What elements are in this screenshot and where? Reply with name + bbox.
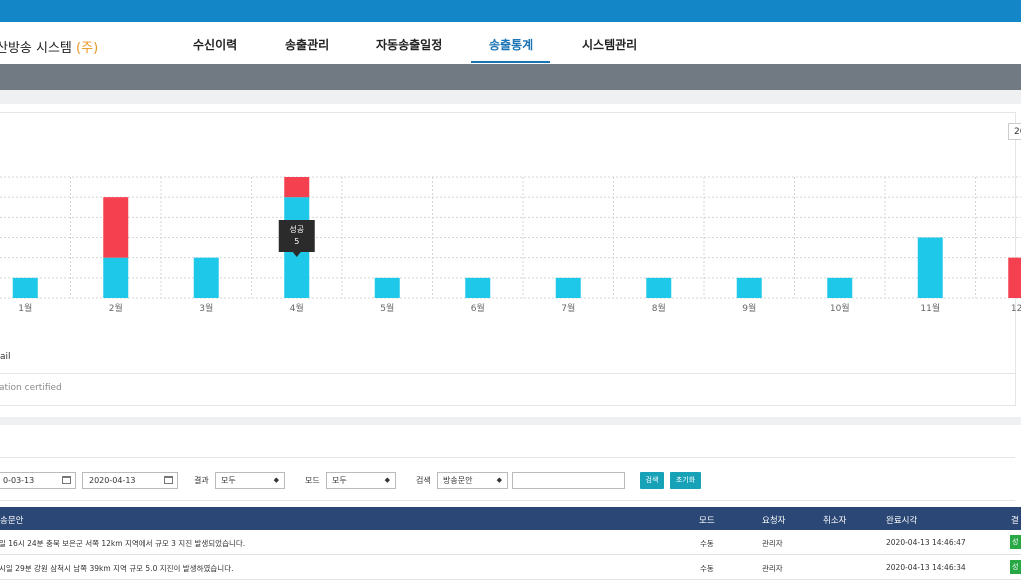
bar-success [12,277,38,298]
sort-arrows-icon: ◆ [496,476,502,484]
tab-receive-history[interactable]: 수신이력 [193,36,237,53]
brand-corp-mark: (주) [76,41,99,56]
spacer-band-2 [0,417,1021,425]
legend-fragment: ail [0,352,11,362]
month-tick-label: 8월 [652,302,666,314]
certification-text: ation certified [0,383,62,393]
month-tick-label: 11월 [920,302,940,314]
bar-success [465,277,491,298]
mode-label: 모드 [305,476,320,485]
bar-fail [284,177,310,198]
row-text: 일 16시 24분 충북 보은군 서쪽 12km 지역에서 규모 3 지진 발생… [0,539,246,548]
tab-transmit-management[interactable]: 송출관리 [285,36,329,53]
search-button[interactable]: 검색 [640,472,664,489]
table-row[interactable]: 시일 29분 강원 삼척시 남쪽 39km 지역 규모 5.0 지진이 발생하였… [0,555,1021,580]
tooltip-label: 성공 [289,225,304,234]
col-result[interactable]: 결 [1011,514,1019,526]
row-time: 2020-04-13 14:46:47 [886,538,966,547]
bar-success [646,277,672,298]
search-keyword-input[interactable] [512,472,625,489]
bar-success [193,257,219,298]
tooltip-value: 5 [294,237,299,246]
bar-success [374,277,400,298]
active-tab-indicator [471,61,550,63]
bar-success [917,237,943,298]
bar-fail [1008,257,1021,298]
sub-header-bar [0,64,1021,90]
month-tick-label: 1월 [18,302,32,314]
monthly-transmit-chart: 1월 2월 3월 4월 5월 6월 7월 8월 9월 10월 11월 12월 성공 5 [0,176,1021,314]
sort-arrows-icon: ◆ [384,476,390,484]
tab-auto-schedule[interactable]: 자동송출일정 [376,36,442,53]
row-time: 2020-04-13 14:46:34 [886,563,966,572]
calendar-icon[interactable] [62,476,71,484]
start-date-value: 0-03-13 [3,476,35,485]
col-requester[interactable]: 요청자 [762,514,785,526]
col-completed-time[interactable]: 완료시각 [886,514,917,526]
app-header: 산방송 시스템 (주) 수신이력 송출관리 자동송출일정 송출통계 시스템관리 [0,22,1021,64]
brand-main-text: 산방송 시스템 [0,41,72,56]
row-mode: 수동 [700,564,714,573]
col-canceller[interactable]: 취소자 [823,514,846,526]
app-title: 산방송 시스템 (주) [0,37,98,56]
month-tick-label: 12월 [1011,302,1021,314]
end-date-value: 2020-04-13 [89,476,136,485]
bar-success [103,257,129,298]
result-label: 결과 [194,476,209,485]
mode-select-value: 모두 [332,476,347,485]
table-row[interactable]: 일 16시 24분 충북 보은군 서쪽 12km 지역에서 규모 3 지진 발생… [0,530,1021,555]
month-tick-label: 4월 [290,302,304,314]
end-date-field[interactable]: 2020-04-13 [82,472,178,489]
month-tick-label: 10월 [830,302,850,314]
search-filter-bar: 0-03-13 2020-04-13 결과 모두 ◆ 모드 모두 ◆ 검색 방송… [0,457,1015,501]
month-tick-label: 2월 [109,302,123,314]
row-mode: 수동 [700,539,714,548]
col-broadcast-text[interactable]: 송문안 [0,514,23,526]
search-field-select[interactable]: 방송문안 ◆ [437,472,508,489]
month-tick-label: 7월 [561,302,575,314]
status-badge: 성 [1010,535,1021,549]
month-tick-label: 9월 [742,302,756,314]
bar-success [555,277,581,298]
result-select[interactable]: 모두 ◆ [215,472,285,489]
month-tick-label: 6월 [471,302,485,314]
bar-fail [103,197,129,258]
row-requester: 관리자 [762,539,783,548]
tab-transmit-statistics[interactable]: 송출통계 [489,36,533,53]
tab-system-management[interactable]: 시스템관리 [582,36,637,53]
table-header: 송문안 모드 요청자 취소자 완료시각 결 [0,507,1021,530]
bar-success [736,277,762,298]
month-tick-label: 5월 [380,302,394,314]
spacer-band [0,90,1021,104]
result-select-value: 모두 [221,476,236,485]
month-tick-label: 3월 [199,302,213,314]
search-label: 검색 [416,476,431,485]
row-text: 시일 29분 강원 삼척시 남쪽 39km 지역 규모 5.0 지진이 발생하였… [0,564,234,573]
certification-row: ation certified [0,373,1015,404]
row-requester: 관리자 [762,564,783,573]
sort-arrows-icon: ◆ [273,476,279,484]
year-select[interactable]: 20 [1008,123,1021,140]
mode-select[interactable]: 모두 ◆ [326,472,396,489]
bar-success [827,277,853,298]
search-field-value: 방송문안 [443,476,473,485]
reset-button[interactable]: 초기화 [670,472,701,489]
start-date-field[interactable]: 0-03-13 [0,472,76,489]
col-mode[interactable]: 모드 [699,514,715,526]
calendar-icon[interactable] [164,476,173,484]
top-accent-bar [0,0,1021,22]
status-badge: 성 [1010,560,1021,574]
